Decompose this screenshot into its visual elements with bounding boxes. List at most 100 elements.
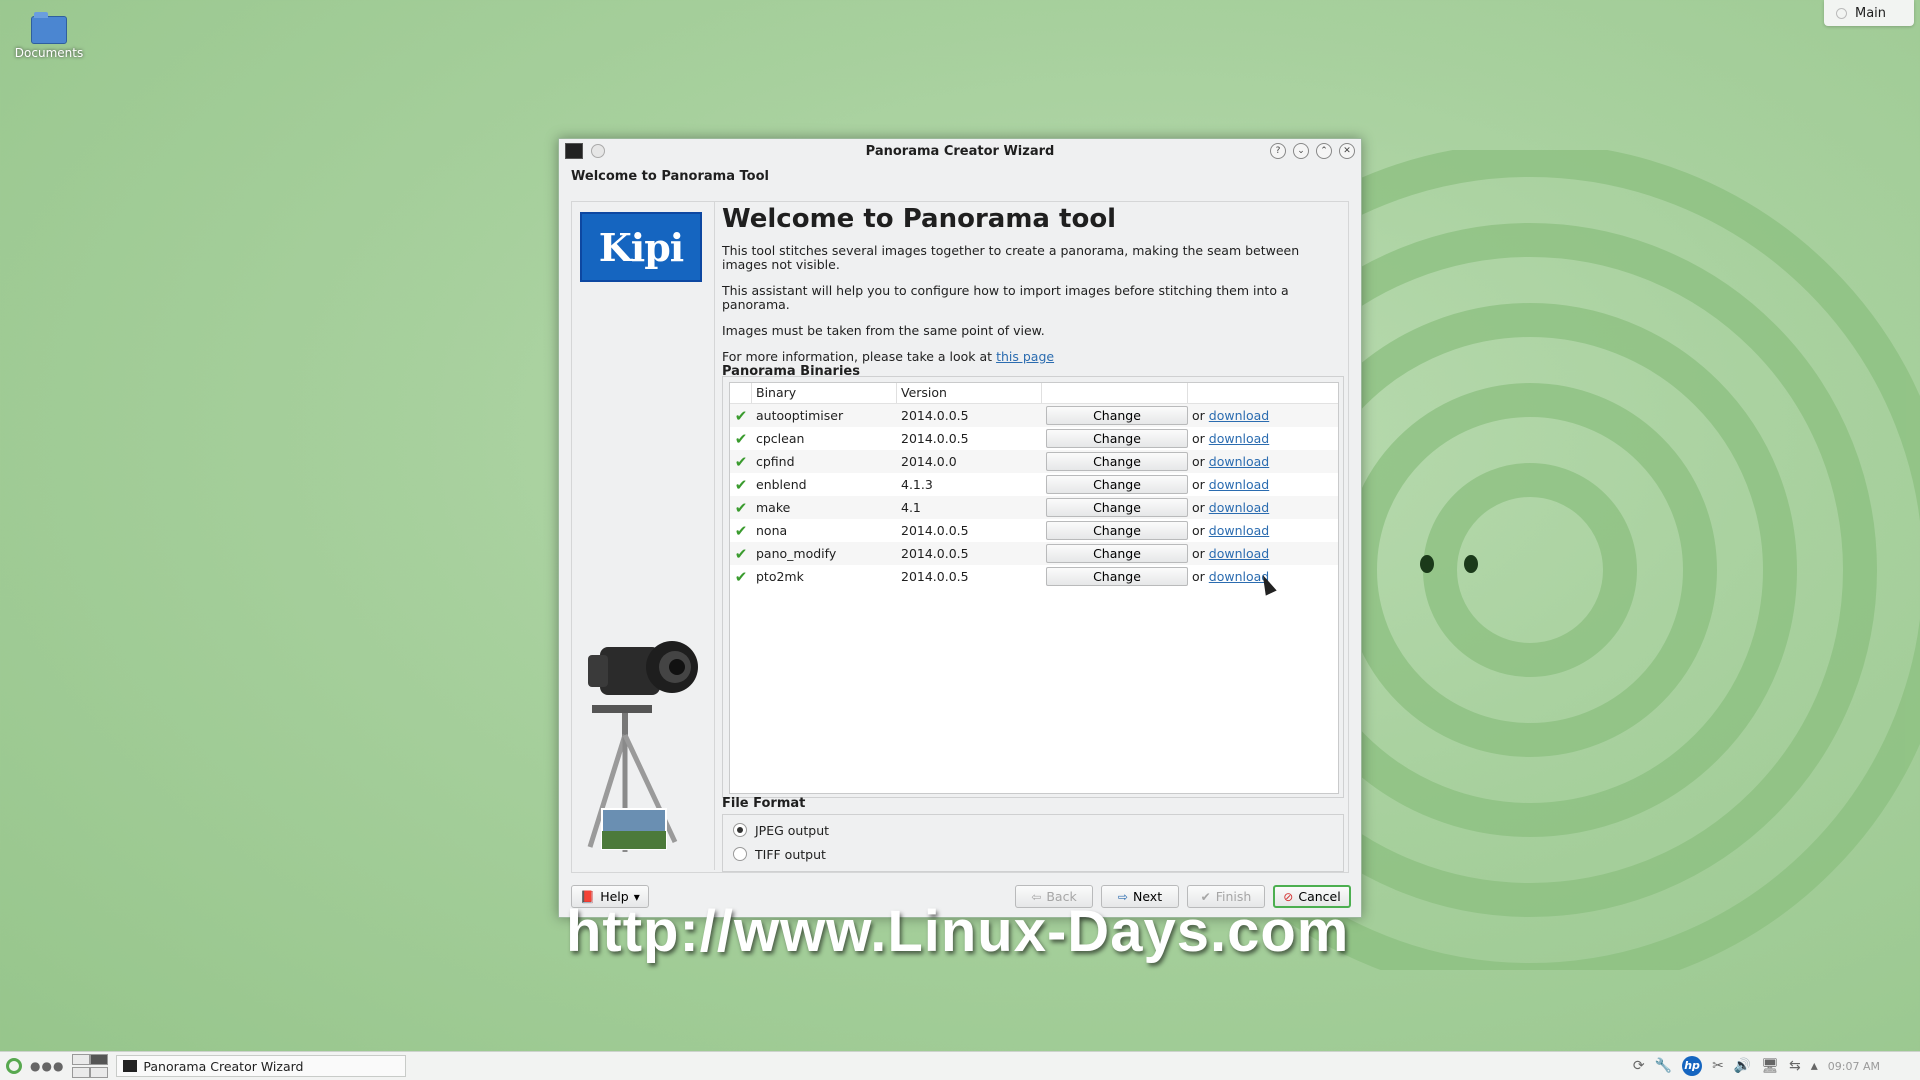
table-row[interactable]: ✔ cpclean 2014.0.0.5 Change or download [730, 427, 1338, 450]
pager-desktop-4[interactable] [90, 1067, 109, 1078]
expand-tray-icon[interactable]: ▴ [1811, 1058, 1818, 1074]
check-icon: ✔ [734, 406, 748, 425]
download-link[interactable]: download [1209, 431, 1269, 446]
pager-desktop-2[interactable] [90, 1054, 109, 1065]
activity-icon [1836, 7, 1847, 19]
hp-icon[interactable]: hp [1682, 1056, 1703, 1076]
intro-paragraph-1: This tool stitches several images togeth… [722, 243, 1300, 272]
device-icon[interactable]: 🖥 [1761, 1058, 1779, 1074]
download-link[interactable]: download [1209, 454, 1269, 469]
radio-unselected-icon [733, 847, 747, 861]
download-link[interactable]: download [1209, 500, 1269, 515]
table-row[interactable]: ✔ make 4.1 Change or download [730, 496, 1338, 519]
app-icon [123, 1060, 138, 1072]
activities-icon[interactable]: ●●● [30, 1059, 64, 1073]
table-row[interactable]: ✔ pano_modify 2014.0.0.5 Change or download [730, 542, 1338, 565]
change-button[interactable]: Change [1046, 567, 1188, 586]
change-button[interactable]: Change [1046, 498, 1188, 517]
check-icon: ✔ [734, 429, 748, 448]
taskbar: ●●● Panorama Creator Wizard ⟳ 🔧 hp ✂ 🔊 🖥… [0, 1051, 1920, 1080]
activity-switcher[interactable]: Main [1824, 0, 1914, 26]
or-label: or [1192, 569, 1205, 584]
column-binary[interactable]: Binary [752, 383, 897, 403]
column-download[interactable] [1188, 383, 1338, 403]
or-label: or [1192, 523, 1205, 538]
binary-name: autooptimiser [756, 408, 844, 423]
change-button[interactable]: Change [1046, 429, 1188, 448]
tiff-output-radio[interactable]: TIFF output [723, 842, 1343, 866]
taskbar-task-panorama[interactable]: Panorama Creator Wizard [116, 1055, 407, 1077]
table-row[interactable]: ✔ enblend 4.1.3 Change or download [730, 473, 1338, 496]
intro-paragraph-2: This assistant will help you to configur… [722, 283, 1289, 312]
download-link[interactable]: download [1209, 477, 1269, 492]
panorama-wizard-window: Panorama Creator Wizard ? ⌄ ⌃ ✕ Welcome … [558, 138, 1362, 918]
or-label: or [1192, 500, 1205, 515]
binary-name: cpclean [756, 431, 805, 446]
column-change[interactable] [1042, 383, 1188, 403]
wizard-sidebar: Kipi [572, 202, 715, 870]
camera-tripod-icon [587, 641, 698, 852]
scissors-icon[interactable]: ✂ [1712, 1058, 1724, 1074]
table-row[interactable]: ✔ nona 2014.0.0.5 Change or download [730, 519, 1338, 542]
binary-name: pto2mk [756, 569, 804, 584]
pager-desktop-3[interactable] [72, 1067, 91, 1078]
change-button[interactable]: Change [1046, 521, 1188, 540]
change-button[interactable]: Change [1046, 406, 1188, 425]
binary-name: enblend [756, 477, 807, 492]
tools-icon[interactable]: 🔧 [1655, 1058, 1672, 1074]
table-row[interactable]: ✔ cpfind 2014.0.0 Change or download [730, 450, 1338, 473]
change-button[interactable]: Change [1046, 452, 1188, 471]
application-launcher-icon[interactable] [6, 1058, 22, 1074]
download-link[interactable]: download [1209, 523, 1269, 538]
binary-version: 4.1.3 [901, 477, 933, 492]
network-icon[interactable]: ⇆ [1789, 1058, 1801, 1074]
check-icon: ✔ [734, 567, 748, 586]
watermark-text: http://www.Linux-Days.com [566, 899, 1350, 964]
updates-icon[interactable]: ⟳ [1633, 1058, 1645, 1074]
binaries-group: Binary Version ✔ autooptimiser 2014.0.0.5 C… [722, 376, 1344, 798]
window-titlebar[interactable]: Panorama Creator Wizard ? ⌄ ⌃ ✕ [559, 139, 1361, 163]
more-info-prefix: For more information, please take a look… [722, 349, 993, 364]
check-icon: ✔ [734, 498, 748, 517]
binaries-table[interactable]: Binary Version ✔ autooptimiser 2014.0.0.5 C… [729, 382, 1339, 794]
column-version[interactable]: Version [897, 383, 1042, 403]
binary-name: nona [756, 523, 788, 538]
file-format-title: File Format [722, 796, 806, 811]
binary-name: cpfind [756, 454, 795, 469]
volume-icon[interactable]: 🔊 [1734, 1058, 1751, 1074]
window-title: Panorama Creator Wizard [865, 143, 1055, 159]
activity-label: Main [1855, 5, 1887, 21]
table-row[interactable]: ✔ autooptimiser 2014.0.0.5 Change or downloa… [730, 404, 1338, 427]
page-title: Welcome to Panorama Tool [571, 169, 769, 184]
minimize-icon[interactable]: ⌄ [1293, 143, 1309, 159]
download-link[interactable]: download [1209, 408, 1269, 423]
pager-desktop-1[interactable] [72, 1054, 91, 1065]
taskbar-task-label: Panorama Creator Wizard [143, 1058, 304, 1074]
change-button[interactable]: Change [1046, 544, 1188, 563]
this-page-link[interactable]: this page [996, 349, 1054, 364]
binary-name: pano_modify [756, 546, 837, 561]
download-link[interactable]: download [1209, 546, 1269, 561]
binary-version: 2014.0.0.5 [901, 523, 969, 538]
desktop-icon-label: Documents [14, 46, 84, 60]
radio-selected-icon [733, 823, 747, 837]
clock[interactable]: 09:07 AM [1828, 1060, 1880, 1073]
change-button[interactable]: Change [1046, 475, 1188, 494]
jpeg-output-radio[interactable]: JPEG output [723, 818, 1343, 842]
desktop-icon-documents[interactable]: Documents [14, 12, 84, 60]
binary-version: 2014.0.0.5 [901, 569, 969, 584]
or-label: or [1192, 431, 1205, 446]
maximize-icon[interactable]: ⌃ [1316, 143, 1332, 159]
help-icon[interactable]: ? [1270, 143, 1286, 159]
check-icon: ✔ [734, 475, 748, 494]
or-label: or [1192, 477, 1205, 492]
table-body: ✔ autooptimiser 2014.0.0.5 Change or downloa… [730, 404, 1338, 588]
close-icon[interactable]: ✕ [1339, 143, 1355, 159]
table-row[interactable]: ✔ pto2mk 2014.0.0.5 Change or download [730, 565, 1338, 588]
wizard-content: Kipi Welcome to Panorama tool This tool … [571, 201, 1349, 873]
folder-icon [31, 12, 67, 44]
binary-name: make [756, 500, 791, 515]
jpeg-output-label: JPEG output [755, 822, 830, 838]
desktop-pager[interactable] [72, 1054, 109, 1078]
kipi-logo: Kipi [580, 212, 702, 282]
